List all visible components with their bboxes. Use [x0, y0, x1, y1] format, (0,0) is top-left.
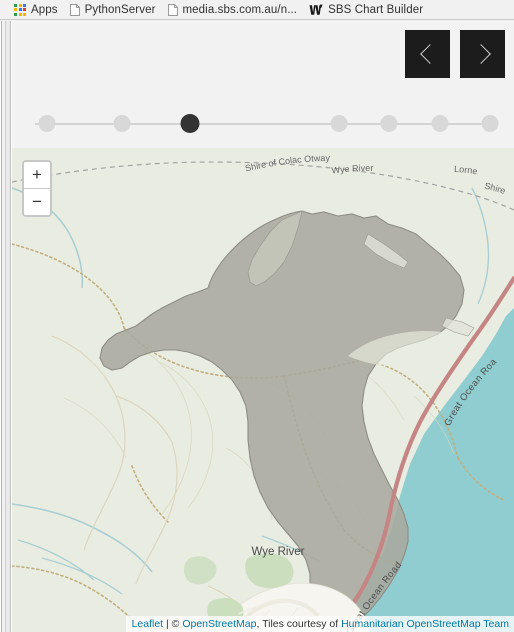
- bookmark-apps[interactable]: Apps: [10, 1, 64, 19]
- carousel-progress: [12, 113, 514, 135]
- carousel-dot-6[interactable]: [431, 115, 449, 132]
- zoom-out-button[interactable]: −: [24, 189, 50, 215]
- bookmark-label: media.sbs.com.au/n...: [182, 3, 298, 16]
- window-left-scrollbar[interactable]: [0, 21, 12, 632]
- carousel-dot-5[interactable]: [380, 115, 398, 132]
- attribution-copyright: ©: [171, 618, 183, 630]
- openstreetmap-link[interactable]: OpenStreetMap: [182, 618, 256, 630]
- map-attribution: Leaflet | © OpenStreetMap, Tiles courtes…: [125, 616, 514, 632]
- carousel-dot-7[interactable]: [481, 115, 499, 132]
- bookmark-label: Apps: [31, 3, 58, 16]
- page-viewport: Shire of Colac Otway Wye River Lorne Shi…: [0, 21, 514, 632]
- carousel-nav: [405, 30, 505, 78]
- page-icon: [69, 3, 80, 16]
- chevron-right-icon: [470, 44, 491, 64]
- carousel-next-button[interactable]: [460, 30, 505, 78]
- apps-grid-icon: [14, 3, 26, 16]
- page-icon: [167, 3, 178, 16]
- bookmark-pythonserver[interactable]: PythonServer: [66, 1, 162, 19]
- carousel-dot-1[interactable]: [38, 115, 56, 132]
- map-carousel: Shire of Colac Otway Wye River Lorne Shi…: [12, 21, 514, 632]
- bookmark-label: PythonServer: [84, 3, 156, 16]
- chevron-left-icon: [419, 44, 440, 64]
- bookmarks-bar: Apps PythonServer media.sbs.com.au/n...: [0, 0, 514, 20]
- map-tiles[interactable]: Shire of Colac Otway Wye River Lorne Shi…: [12, 148, 514, 632]
- carousel-dot-2[interactable]: [113, 115, 131, 132]
- wye-river-town-label: Wye River: [252, 546, 305, 558]
- carousel-dot-4[interactable]: [330, 115, 348, 132]
- leaflet-link[interactable]: Leaflet: [132, 618, 164, 630]
- progress-line: [35, 123, 491, 125]
- bookmark-sbs-chart-builder[interactable]: SBS Chart Builder: [305, 1, 429, 19]
- attribution-separator: |: [163, 618, 172, 630]
- browser-window: Apps PythonServer media.sbs.com.au/n...: [0, 0, 514, 632]
- carousel-dot-3[interactable]: [180, 114, 200, 133]
- bookmark-media-sbs[interactable]: media.sbs.com.au/n...: [164, 1, 304, 19]
- carousel-prev-button[interactable]: [405, 30, 450, 78]
- leaflet-map[interactable]: Shire of Colac Otway Wye River Lorne Shi…: [12, 148, 514, 632]
- map-vector-layer: Shire of Colac Otway Wye River Lorne Shi…: [12, 148, 514, 632]
- map-zoom-control: + −: [22, 160, 52, 217]
- zoom-in-button[interactable]: +: [24, 162, 50, 189]
- bookmark-label: SBS Chart Builder: [328, 3, 424, 16]
- hot-osm-link[interactable]: Humanitarian OpenStreetMap Team: [341, 618, 509, 630]
- attribution-middle: , Tiles courtesy of: [256, 618, 342, 630]
- sbs-logo-icon: [309, 4, 323, 16]
